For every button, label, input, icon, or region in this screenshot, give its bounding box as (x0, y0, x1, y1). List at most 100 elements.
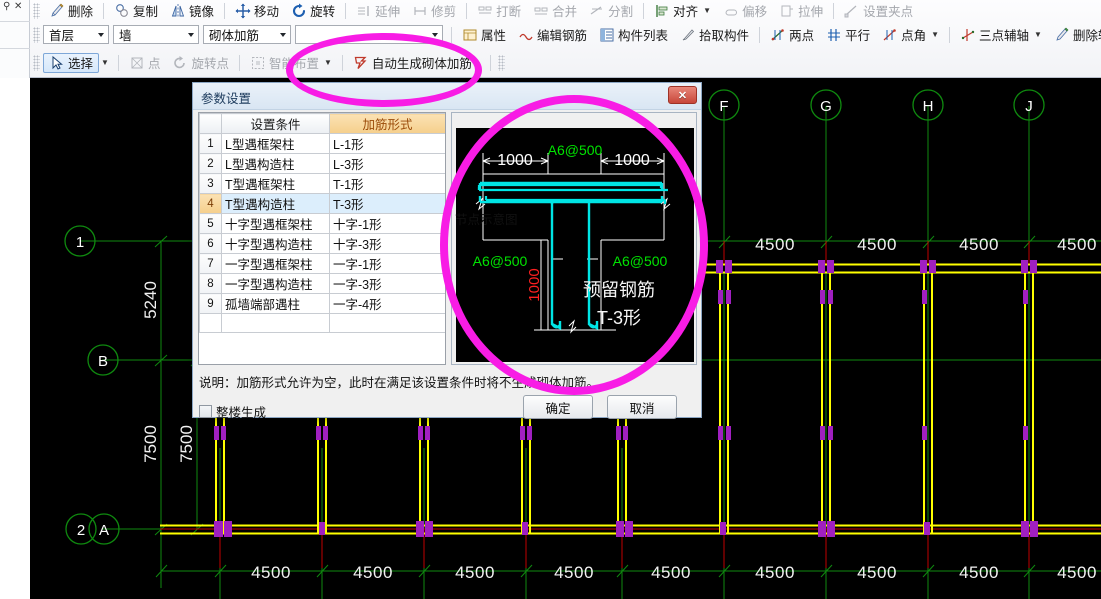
chevron-down-icon[interactable]: ▼ (1034, 30, 1042, 39)
delete-aux-axis-icon (1054, 27, 1070, 43)
axis-bubble-2: 2 (65, 513, 97, 545)
trim-icon (412, 3, 428, 19)
move-button[interactable]: 移动 (229, 1, 285, 21)
table-row[interactable]: 5 十字型遇框架柱 十字-1形 (199, 213, 445, 234)
svg-text:5240: 5240 (141, 281, 160, 319)
pin-icon[interactable]: ⚲ (3, 1, 10, 12)
stretch-button[interactable]: 拉伸 (773, 1, 829, 21)
node-diagram-canvas: 1000 1000 A6@500 A6@500 A6@500 1000 预留钢筋… (456, 128, 694, 362)
column-header-condition[interactable]: 设置条件 (221, 113, 330, 134)
edit-rebar-button[interactable]: 编辑钢筋 (512, 25, 593, 45)
mirror-button[interactable]: 镜像 (164, 1, 220, 21)
component-name-select[interactable] (295, 25, 443, 44)
pick-component-label: 拾取构件 (699, 29, 750, 43)
row-number: 8 (199, 273, 222, 294)
row-rebar-form[interactable]: 一字-4形 (329, 293, 445, 314)
merge-button[interactable]: 合并 (527, 1, 583, 21)
close-icon[interactable]: ✕ (668, 86, 697, 104)
whole-building-generate-checkbox[interactable] (199, 405, 212, 418)
element-type-select[interactable]: 墙 (113, 25, 199, 44)
mirror-label: 镜像 (189, 5, 215, 19)
stretch-label: 拉伸 (798, 5, 824, 19)
three-point-aux-axis-button[interactable]: 三点辅轴 ▼ (954, 25, 1048, 45)
row-rebar-form[interactable]: 十字-3形 (329, 233, 445, 254)
chevron-down-icon[interactable]: ▼ (931, 30, 939, 39)
whole-building-generate-row[interactable]: 整楼生成 (199, 402, 266, 421)
row-rebar-form[interactable]: 一字-3形 (329, 273, 445, 294)
svg-text:4500: 4500 (755, 235, 795, 254)
row-rebar-form[interactable]: T-3形 (329, 193, 445, 214)
column-header-index[interactable] (199, 113, 222, 134)
rotate-button[interactable]: 旋转 (285, 1, 341, 21)
row-rebar-form[interactable]: 十字-1形 (329, 213, 445, 234)
rotate-point-icon (172, 55, 188, 71)
floor-select[interactable]: 首层 (43, 25, 109, 44)
edit-rebar-label: 编辑钢筋 (537, 29, 588, 43)
table-row[interactable]: 7 一字型遇框架柱 一字-1形 (199, 253, 445, 274)
delete-button[interactable]: 删除 (43, 1, 99, 21)
cancel-button[interactable]: 取消 (607, 395, 677, 419)
component-kind-select[interactable]: 砌体加筋 (203, 25, 291, 44)
point-angle-label: 点角 (901, 29, 927, 43)
smart-layout-button[interactable]: 智能布置 ▼ (244, 53, 338, 73)
copy-button[interactable]: 复制 (108, 1, 164, 21)
application-window: ⚲ ✕ 删除 复制 镜像 移动 旋转 延伸 修剪 打断 合并 分割 对齐 ▼ 偏… (0, 0, 1101, 599)
auto-generate-masonry-rebar-button[interactable]: 自动生成砌体加筋 (347, 53, 478, 73)
two-point-axis-button[interactable]: 两点 (764, 25, 820, 45)
align-button[interactable]: 对齐 ▼ (648, 1, 717, 21)
extend-button[interactable]: 延伸 (350, 1, 406, 21)
svg-text:4500: 4500 (959, 235, 999, 254)
row-number: 7 (199, 253, 222, 274)
parallel-axis-button[interactable]: 平行 (820, 25, 876, 45)
split-button[interactable]: 分割 (583, 1, 639, 21)
element-type-select-value: 墙 (119, 29, 132, 43)
toolbar-grip[interactable] (33, 54, 40, 71)
column-header-rebar-form[interactable]: 加筋形式 (329, 113, 445, 134)
row-rebar-form[interactable]: L-3形 (329, 153, 445, 174)
rotate-point-tool-button[interactable]: 旋转点 (166, 53, 235, 73)
node-diagram-svg: 1000 1000 A6@500 A6@500 A6@500 1000 预留钢筋… (473, 142, 671, 334)
offset-button[interactable]: 偏移 (717, 1, 773, 21)
left-panel-stub: ⚲ ✕ (0, 0, 30, 78)
break-label: 打断 (496, 5, 522, 19)
toolbar-grip[interactable] (497, 54, 505, 71)
svg-text:4500: 4500 (959, 563, 999, 582)
row-rebar-form[interactable]: L-1形 (329, 133, 445, 154)
table-row-selected[interactable]: 4 T型遇构造柱 T-3形 (199, 193, 445, 214)
delete-aux-axis-button[interactable]: 删除辅轴 (1048, 25, 1101, 45)
settings-table-container[interactable]: 设置条件 加筋形式 1 L型遇框架柱 L-1形 2 L型遇构造柱 L-3形 3 … (198, 112, 446, 365)
table-row[interactable]: 2 L型遇构造柱 L-3形 (199, 153, 445, 174)
chevron-down-icon[interactable]: ▼ (703, 6, 711, 15)
properties-button[interactable]: 属性 (456, 25, 512, 45)
row-number: 1 (199, 133, 222, 154)
row-rebar-form[interactable]: T-1形 (329, 173, 445, 194)
toolbar-grip[interactable] (33, 26, 40, 43)
break-button[interactable]: 打断 (471, 1, 527, 21)
table-row[interactable]: 3 T型遇框架柱 T-1形 (199, 173, 445, 194)
table-row[interactable]: 9 孤墙端部遇柱 一字-4形 (199, 293, 445, 314)
chevron-down-icon[interactable]: ▼ (101, 58, 109, 67)
dialog-titlebar[interactable]: 参数设置 ✕ (193, 83, 701, 110)
select-tool-button[interactable]: 选择 (43, 52, 100, 73)
table-row[interactable]: 6 十字型遇构造柱 十字-3形 (199, 233, 445, 254)
eraser-icon (49, 3, 65, 19)
pick-component-button[interactable]: 拾取构件 (674, 25, 755, 45)
toolbar-grip[interactable] (33, 2, 40, 19)
chevron-down-icon[interactable]: ▼ (324, 58, 332, 67)
row-rebar-form[interactable]: 一字-1形 (329, 253, 445, 274)
table-header-row: 设置条件 加筋形式 (199, 113, 445, 134)
axis-bubbles-horizontal: 1 B 2 A (64, 225, 120, 545)
svg-text:J: J (1025, 98, 1033, 115)
component-list-button[interactable]: 构件列表 (593, 25, 674, 45)
table-row[interactable]: 1 L型遇框架柱 L-1形 (199, 133, 445, 154)
close-icon[interactable]: ✕ (14, 1, 22, 12)
table-row[interactable]: 8 一字型遇构造柱 一字-3形 (199, 273, 445, 294)
grip-point-button[interactable]: 设置夹点 (838, 1, 919, 21)
point-angle-button[interactable]: 点角 ▼ (876, 25, 945, 45)
ok-button[interactable]: 确定 (523, 395, 593, 419)
svg-text:A: A (99, 522, 109, 539)
svg-text:7500: 7500 (141, 425, 160, 463)
parameter-settings-dialog[interactable]: 参数设置 ✕ 设置条件 加筋形式 1 L型遇框架柱 L-1形 2 L型遇构造柱 … (192, 82, 702, 421)
trim-button[interactable]: 修剪 (406, 1, 462, 21)
point-tool-button[interactable]: 点 (123, 53, 167, 73)
